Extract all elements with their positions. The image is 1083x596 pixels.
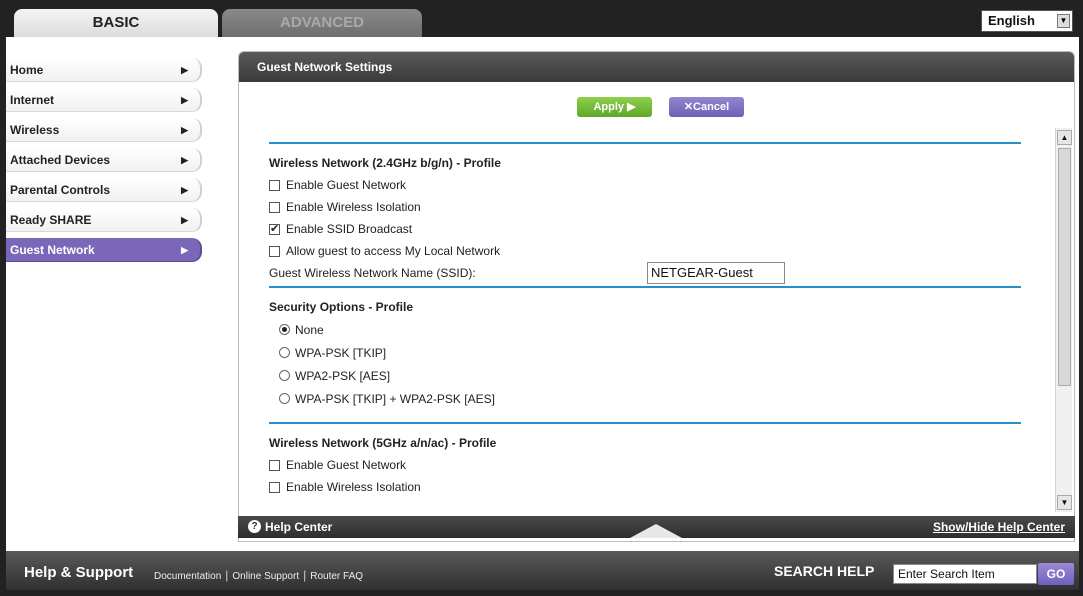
section-divider <box>269 142 1021 144</box>
chevron-down-icon[interactable]: ▼ <box>1057 14 1070 28</box>
local-network-access-2ghz-checkbox[interactable] <box>269 245 280 257</box>
router-faq-link[interactable]: Router FAQ <box>310 571 363 582</box>
expand-triangle-icon[interactable] <box>630 524 682 538</box>
sidebar-item-label: Home <box>10 63 44 77</box>
sidebar-item-internet[interactable]: Internet ▶ <box>6 88 202 112</box>
tab-basic[interactable]: BASIC <box>14 9 218 37</box>
triangle-right-icon: ▶ <box>181 245 188 255</box>
wireless-isolation-5ghz-row: Enable Wireless Isolation <box>269 476 1021 498</box>
link-separator: | <box>225 568 229 582</box>
main-panel: Guest Network Settings Apply ▶ ✕Cancel W… <box>238 51 1075 542</box>
checkbox-label: Enable Wireless Isolation <box>286 200 421 214</box>
sidebar-item-label: Guest Network <box>10 243 95 257</box>
apply-button[interactable]: Apply ▶ <box>577 97 652 117</box>
sidebar-item-readyshare[interactable]: Ready SHARE ▶ <box>6 208 202 232</box>
security-wpa-tkip-radio[interactable] <box>279 347 290 358</box>
ssid-label: Guest Wireless Network Name (SSID): <box>269 266 476 280</box>
question-circle-icon: ? <box>248 520 261 533</box>
footer-links: Documentation | Online Support | Router FAQ <box>154 568 363 582</box>
checkbox-label: Enable SSID Broadcast <box>286 222 413 236</box>
sidebar-item-label: Parental Controls <box>10 183 111 197</box>
top-tab-bar: BASIC ADVANCED English ▼ <box>6 6 1079 37</box>
scroll-down-icon[interactable]: ▼ <box>1057 495 1072 510</box>
sidebar-nav: Home ▶ Internet ▶ Wireless ▶ Attached De… <box>6 58 206 268</box>
sidebar-item-home[interactable]: Home ▶ <box>6 58 202 82</box>
triangle-right-icon: ▶ <box>181 215 188 225</box>
radio-label: WPA-PSK [TKIP] + WPA2-PSK [AES] <box>295 391 495 406</box>
language-select[interactable]: English ▼ <box>981 10 1073 32</box>
checkbox-label: Allow guest to access My Local Network <box>286 244 501 258</box>
tab-advanced[interactable]: ADVANCED <box>222 9 422 37</box>
help-center-bar: ? Help Center Show/Hide Help Center <box>238 516 1075 538</box>
sidebar-item-label: Ready SHARE <box>10 213 92 227</box>
ssid-input[interactable]: NETGEAR-Guest <box>647 262 785 284</box>
triangle-right-icon: ▶ <box>181 185 188 195</box>
link-separator: | <box>303 568 307 582</box>
checkbox-label: Enable Guest Network <box>286 178 407 192</box>
help-center-title[interactable]: Help Center <box>265 516 332 538</box>
ssid-broadcast-2ghz-row: ✔ Enable SSID Broadcast <box>269 218 1021 240</box>
checkbox-label: Enable Wireless Isolation <box>286 480 421 494</box>
enable-guest-network-5ghz-row: Enable Guest Network <box>269 454 1021 476</box>
security-option-none: None <box>269 318 1021 341</box>
wireless-isolation-2ghz-checkbox[interactable] <box>269 201 280 213</box>
settings-form: Wireless Network (2.4GHz b/g/n) - Profil… <box>269 142 1021 514</box>
radio-label: None <box>295 322 324 337</box>
section-divider <box>269 422 1021 424</box>
security-none-radio[interactable] <box>279 324 290 335</box>
section-title-security: Security Options - Profile <box>269 300 414 314</box>
documentation-link[interactable]: Documentation <box>154 571 221 582</box>
section-title-2ghz: Wireless Network (2.4GHz b/g/n) - Profil… <box>269 156 501 170</box>
search-help-label: SEARCH HELP <box>774 563 875 579</box>
section-divider <box>269 286 1021 288</box>
content-scrollbar[interactable]: ▲ ▼ <box>1055 128 1072 512</box>
scroll-thumb[interactable] <box>1058 148 1071 386</box>
footer-bar: Help & Support Documentation | Online Supp… <box>6 551 1079 590</box>
security-mixed-radio[interactable] <box>279 393 290 404</box>
wireless-isolation-5ghz-checkbox[interactable] <box>269 481 280 493</box>
enable-guest-network-5ghz-checkbox[interactable] <box>269 459 280 471</box>
radio-label: WPA2-PSK [AES] <box>295 368 391 383</box>
sidebar-item-label: Attached Devices <box>10 153 111 167</box>
cancel-button[interactable]: ✕Cancel <box>669 97 744 117</box>
enable-guest-network-2ghz-row: Enable Guest Network <box>269 174 1021 196</box>
sidebar-item-guest-network[interactable]: Guest Network ▶ <box>6 238 202 262</box>
section-title-5ghz: Wireless Network (5GHz a/n/ac) - Profile <box>269 436 497 450</box>
triangle-right-icon: ▶ <box>181 95 188 105</box>
enable-guest-network-2ghz-checkbox[interactable] <box>269 179 280 191</box>
sidebar-item-label: Internet <box>10 93 55 107</box>
search-help-input[interactable]: Enter Search Item <box>893 564 1037 584</box>
radio-label: WPA-PSK [TKIP] <box>295 345 387 360</box>
sidebar-item-label: Wireless <box>10 123 60 137</box>
ssid-broadcast-2ghz-checkbox[interactable]: ✔ <box>269 223 280 235</box>
security-option-mixed: WPA-PSK [TKIP] + WPA2-PSK [AES] <box>269 387 1021 410</box>
sidebar-item-attached-devices[interactable]: Attached Devices ▶ <box>6 148 202 172</box>
triangle-right-icon: ▶ <box>181 125 188 135</box>
security-option-wpa-tkip: WPA-PSK [TKIP] <box>269 341 1021 364</box>
search-go-button[interactable]: GO <box>1038 563 1074 585</box>
security-option-wpa2-aes: WPA2-PSK [AES] <box>269 364 1021 387</box>
show-hide-help-link[interactable]: Show/Hide Help Center <box>933 516 1065 538</box>
sidebar-item-parental-controls[interactable]: Parental Controls ▶ <box>6 178 202 202</box>
local-network-access-2ghz-row: Allow guest to access My Local Network <box>269 240 1021 262</box>
language-selected: English <box>988 13 1035 28</box>
triangle-right-icon: ▶ <box>181 65 188 75</box>
scroll-up-icon[interactable]: ▲ <box>1057 130 1072 145</box>
wireless-isolation-2ghz-row: Enable Wireless Isolation <box>269 196 1021 218</box>
online-support-link[interactable]: Online Support <box>232 571 299 582</box>
checkbox-label: Enable Guest Network <box>286 458 407 472</box>
help-support-title: Help & Support <box>24 564 134 581</box>
ssid-row: Guest Wireless Network Name (SSID): NETG… <box>269 262 1021 284</box>
sidebar-item-wireless[interactable]: Wireless ▶ <box>6 118 202 142</box>
security-wpa2-aes-radio[interactable] <box>279 370 290 381</box>
page-title: Guest Network Settings <box>239 52 1074 82</box>
triangle-right-icon: ▶ <box>181 155 188 165</box>
